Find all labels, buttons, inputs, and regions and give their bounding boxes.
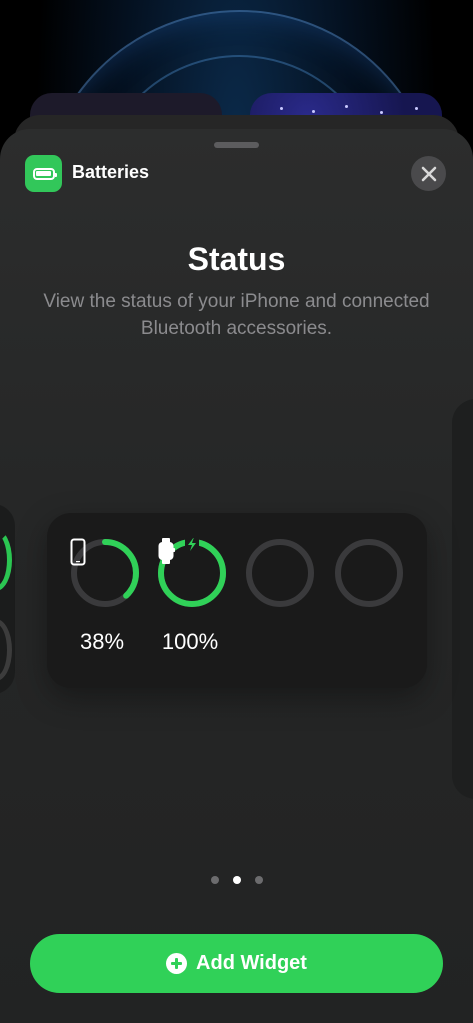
plus-circle-icon <box>166 953 188 974</box>
page-dot[interactable] <box>254 876 263 884</box>
close-button[interactable] <box>411 156 446 191</box>
next-widget-preview[interactable] <box>452 399 473 799</box>
app-name: Batteries <box>72 162 150 182</box>
battery-percent-iphone: 38% <box>79 629 125 654</box>
watch-icon <box>157 538 227 608</box>
page-dot[interactable] <box>210 876 219 884</box>
battery-percent-watch: 100% <box>161 629 219 654</box>
page-dot[interactable] <box>232 876 241 884</box>
batteries-widget-preview[interactable]: 38% 100% <box>47 513 427 688</box>
add-widget-button[interactable]: Add Widget <box>30 934 443 993</box>
close-icon <box>421 166 436 181</box>
widget-gallery-sheet: Batteries Status View the status of your… <box>0 129 473 1023</box>
page-indicator[interactable] <box>0 876 473 884</box>
iphone-icon <box>70 538 140 608</box>
widget-title: Status <box>187 241 286 277</box>
widget-description: View the status of your iPhone and conne… <box>43 291 430 339</box>
battery-ring-empty <box>334 538 404 608</box>
battery-ring-iphone <box>70 538 140 608</box>
battery-icon <box>25 155 62 192</box>
battery-ring-empty <box>245 538 315 608</box>
sheet-grabber[interactable] <box>214 142 259 148</box>
add-widget-label: Add Widget <box>196 952 307 974</box>
battery-ring-watch <box>157 538 227 608</box>
